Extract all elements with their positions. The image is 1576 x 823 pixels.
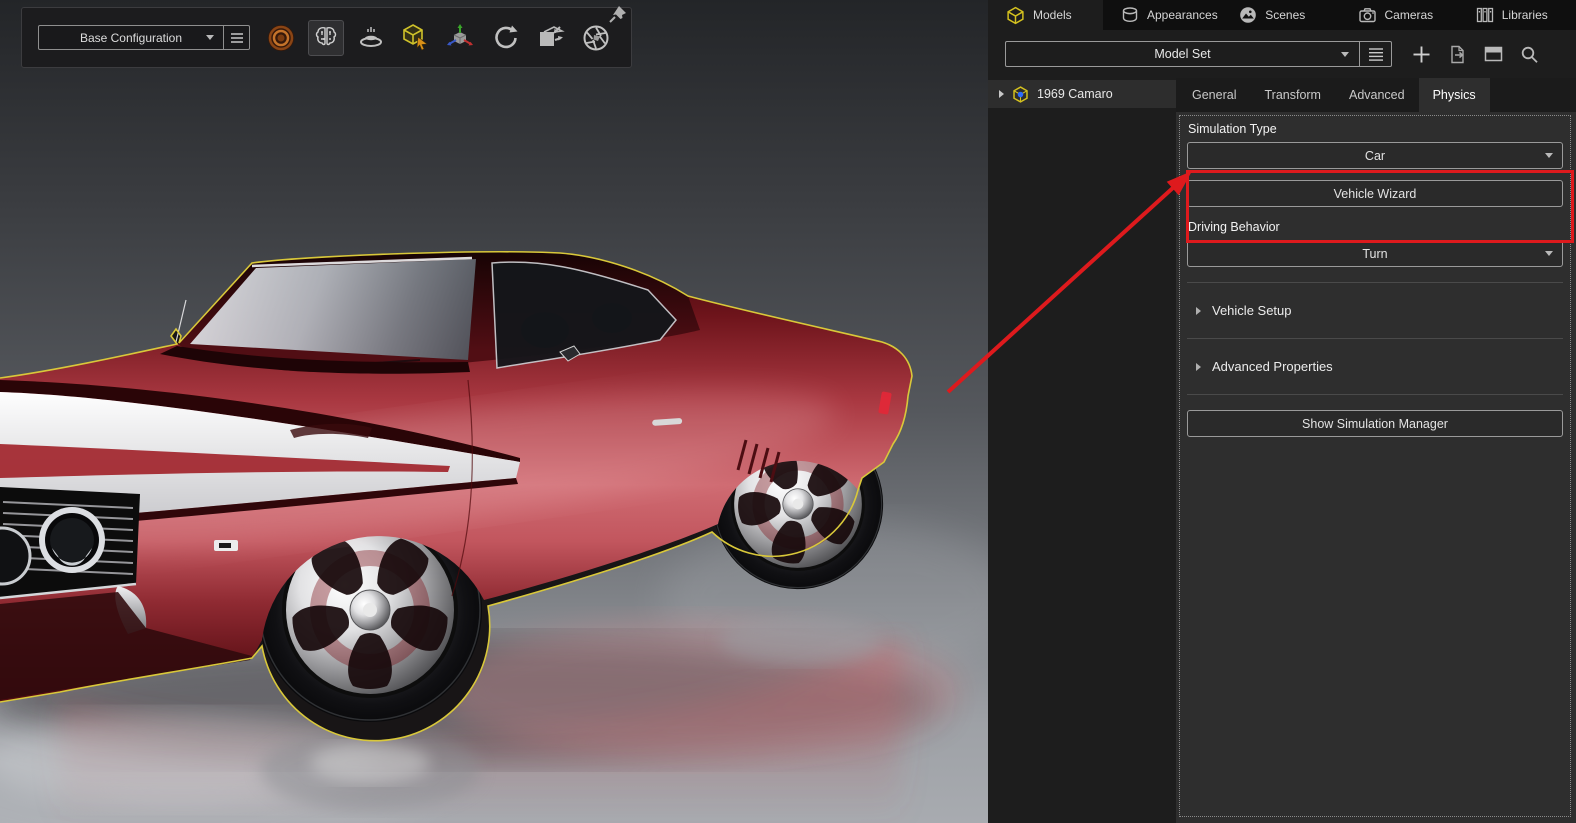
rotate-icon: [491, 23, 521, 53]
snapshot-button[interactable]: [533, 20, 569, 56]
model-set-bar: Model Set: [988, 30, 1576, 78]
select-model-button[interactable]: [398, 20, 434, 56]
add-model-button[interactable]: [1408, 41, 1434, 67]
tab-appearances[interactable]: Appearances: [1103, 0, 1221, 30]
tab-label: Appearances: [1147, 8, 1218, 22]
expand-caret-icon: [1196, 363, 1201, 371]
model-set-select[interactable]: Model Set: [1005, 41, 1360, 67]
export-icon: [1448, 45, 1467, 64]
photo-icon: [1239, 6, 1257, 24]
properties-panel: General Transform Advanced Physics Simul…: [1176, 78, 1576, 823]
tree-item-1969-camaro[interactable]: 1969 Camaro: [988, 80, 1176, 108]
physics-panel: Simulation Type Car Vehicle Wizard Drivi…: [1176, 112, 1576, 823]
expand-caret-icon: [1196, 307, 1201, 315]
paint-can-icon: [1121, 6, 1139, 24]
driving-behavior-value: Turn: [1362, 247, 1387, 261]
side-marker-slot: [219, 543, 231, 548]
ai-denoiser-brain-icon: [312, 24, 340, 52]
divider: [1187, 338, 1563, 339]
export-button[interactable]: [1444, 41, 1470, 67]
tab-cameras[interactable]: Cameras: [1340, 0, 1458, 30]
add-icon: [1412, 45, 1431, 64]
snapshot-box-icon: [536, 23, 566, 53]
tab-scenes[interactable]: Scenes: [1221, 0, 1339, 30]
search-button[interactable]: [1516, 41, 1542, 67]
pin-icon: [608, 5, 628, 25]
tab-advanced[interactable]: Advanced: [1335, 78, 1419, 112]
tab-general[interactable]: General: [1178, 78, 1250, 112]
turntable-icon: [356, 23, 386, 53]
application-window: Base Configuration: [0, 0, 1576, 823]
configuration-select[interactable]: Base Configuration: [38, 25, 224, 50]
driving-behavior-select[interactable]: Turn: [1187, 240, 1563, 267]
chevron-down-icon: [206, 35, 214, 40]
appearance-rings-button[interactable]: [263, 20, 299, 56]
viewport-toolbar: Base Configuration: [21, 7, 632, 68]
chevron-down-icon: [1545, 153, 1553, 158]
configuration-select-value: Base Configuration: [80, 31, 182, 45]
section-label: Vehicle Setup: [1212, 303, 1292, 318]
model-hexagon-icon: [1012, 86, 1029, 103]
split-view-button[interactable]: [1480, 41, 1506, 67]
tab-physics[interactable]: Physics: [1419, 78, 1490, 112]
expand-caret-icon[interactable]: [999, 90, 1004, 98]
menu-icon: [230, 31, 244, 45]
model-set-value: Model Set: [1154, 47, 1210, 61]
ribbon-tab-bar: Models Appearances Scenes: [988, 0, 1576, 30]
divider: [1187, 394, 1563, 395]
render-aperture-icon: [581, 23, 611, 53]
divider: [1187, 282, 1563, 283]
configuration-menu-button[interactable]: [224, 25, 250, 50]
rotate-button[interactable]: [488, 20, 524, 56]
property-tab-bar: General Transform Advanced Physics: [1176, 78, 1576, 112]
section-label: Advanced Properties: [1212, 359, 1333, 374]
section-vehicle-setup[interactable]: Vehicle Setup: [1187, 298, 1563, 323]
tab-label: Scenes: [1265, 8, 1305, 22]
turntable-button[interactable]: [353, 20, 389, 56]
pin-toolbar-button[interactable]: [607, 4, 629, 26]
select-model-cube-icon: [401, 23, 431, 53]
driving-behavior-label: Driving Behavior: [1188, 220, 1563, 234]
vehicle-wizard-button[interactable]: Vehicle Wizard: [1187, 180, 1563, 207]
appearance-rings-icon: [266, 23, 296, 53]
tab-label: Models: [1033, 8, 1072, 22]
move-gizmo-button[interactable]: [443, 20, 479, 56]
simulation-type-label: Simulation Type: [1188, 122, 1563, 136]
camera-icon: [1358, 6, 1377, 24]
books-icon: [1476, 6, 1494, 24]
chevron-down-icon: [1341, 52, 1349, 57]
show-simulation-manager-button[interactable]: Show Simulation Manager: [1187, 410, 1563, 437]
search-icon: [1520, 45, 1539, 64]
right-panel: Models Appearances Scenes: [988, 0, 1576, 823]
simulation-type-value: Car: [1365, 149, 1385, 163]
chevron-down-icon: [1545, 251, 1553, 256]
tab-libraries[interactable]: Libraries: [1458, 0, 1576, 30]
model-tree: 1969 Camaro: [988, 78, 1176, 823]
tab-label: Libraries: [1502, 8, 1548, 22]
move-gizmo-icon: [446, 23, 476, 53]
cube-icon: [1006, 6, 1025, 25]
menu-icon: [1368, 46, 1384, 62]
model-set-menu-button[interactable]: [1360, 41, 1392, 67]
simulation-type-select[interactable]: Car: [1187, 142, 1563, 169]
tab-models[interactable]: Models: [988, 0, 1103, 30]
split-view-icon: [1484, 45, 1503, 63]
section-advanced-properties[interactable]: Advanced Properties: [1187, 354, 1563, 379]
tab-transform[interactable]: Transform: [1250, 78, 1335, 112]
ai-denoiser-button[interactable]: [308, 20, 344, 56]
car-render: [0, 0, 988, 823]
tree-item-label: 1969 Camaro: [1037, 87, 1113, 101]
viewport-3d[interactable]: Base Configuration: [0, 0, 988, 823]
tab-label: Cameras: [1385, 8, 1434, 22]
